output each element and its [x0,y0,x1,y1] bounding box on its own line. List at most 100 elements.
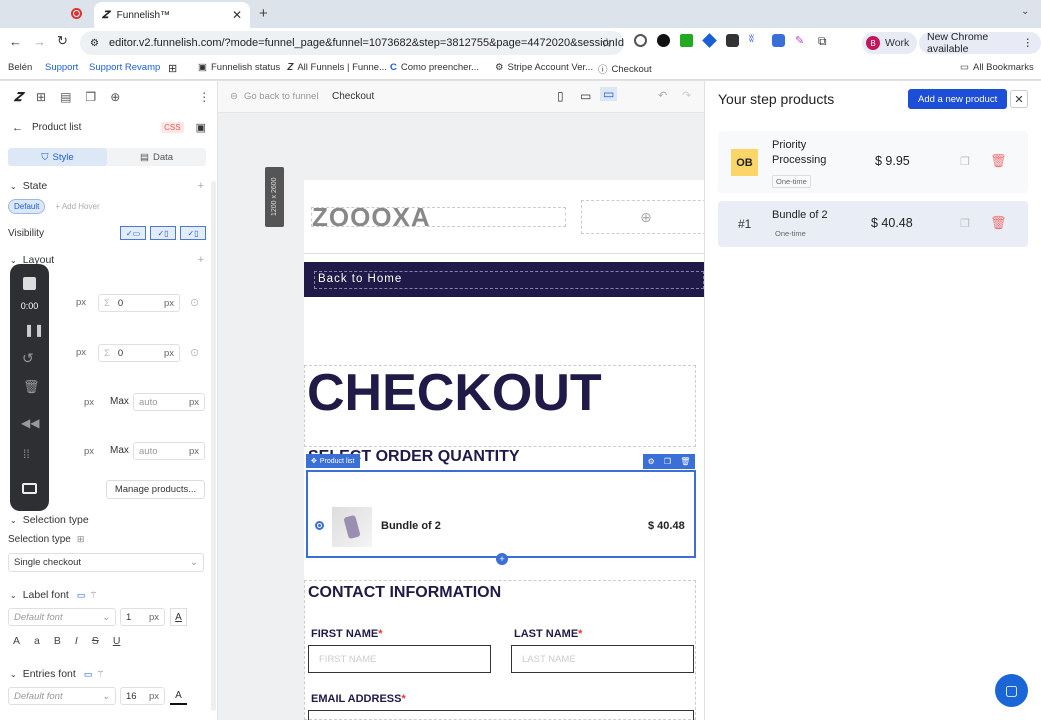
delete-icon[interactable]: 🗑 [990,153,1007,169]
bookmark-item[interactable]: C Como preencher... [390,62,479,73]
funnelish-logo-icon[interactable]: 𝒁 [14,90,22,105]
stop-recording-icon[interactable] [23,277,36,290]
label-font-size-input[interactable]: 1 px [120,608,165,626]
tab-search-icon[interactable]: ⌄ [1021,6,1029,17]
manage-products-button[interactable]: Manage products... [106,480,205,499]
state-section[interactable]: ⌄ State + [10,180,204,192]
forward-icon[interactable]: → [33,34,46,49]
settings-icon[interactable]: ⚙ [648,457,655,466]
last-name-field[interactable]: LAST NAME [511,645,694,673]
strikethrough-icon[interactable]: S [92,635,99,647]
back-home-link[interactable]: Back to Home [318,273,402,285]
chrome-update-button[interactable]: New Chrome available ⋮ [919,31,1041,55]
undo-icon[interactable]: ↶ [658,89,667,102]
delete-icon[interactable]: 🗑 [990,215,1007,231]
record-indicator-icon[interactable] [71,8,82,19]
bookmark-item[interactable]: 𝒁 All Funnels | Funne... [287,62,387,73]
back-icon[interactable]: ← [9,34,22,49]
tablet-visibility-toggle[interactable]: ✓▯ [150,226,176,240]
responsive-icon[interactable]: ▭ [77,590,86,601]
entries-font-select[interactable]: Default font ⌄ [8,687,116,705]
bookmark-item[interactable]: Support [39,60,85,75]
label-font-select[interactable]: Default font ⌄ [8,608,116,626]
label-font-section[interactable]: ⌄ Label font ▭ ⚚ [10,589,97,601]
extensions-puzzle-icon[interactable]: ⧉ [818,34,831,48]
step-product-item[interactable]: OB Priority Processing One-time $ 9.95 ❐… [718,131,1028,193]
redo-icon[interactable]: ↷ [682,89,691,102]
extension-icon[interactable] [634,34,647,47]
lowercase-icon[interactable]: a [34,635,40,647]
tab-style[interactable]: ⛉ Style [8,148,107,166]
add-state-icon[interactable]: + [198,180,204,192]
product-radio[interactable] [315,521,324,530]
save-icon[interactable]: ▣ [196,121,206,134]
apps-grid-icon[interactable]: ⊞ [168,62,177,75]
grid-icon[interactable]: ⁞⁞ [23,447,30,461]
camera-icon[interactable] [22,483,37,494]
back-arrow-icon[interactable]: ← [12,122,23,134]
link-icon[interactable]: ⊙ [190,296,199,309]
extension-icon[interactable] [657,34,670,47]
site-info-icon[interactable]: ⚙ [90,38,99,49]
chat-support-icon[interactable]: ▢ [995,674,1028,707]
label-font-color-icon[interactable]: A [170,608,187,626]
product-list-element[interactable]: Bundle of 2 $ 40.48 [306,470,696,558]
css-badge[interactable]: CSS [161,122,184,133]
browser-tab[interactable]: 𝒁 Funnelish™ ✕ [94,2,250,28]
close-icon[interactable]: ✕ [1010,90,1028,108]
email-field[interactable] [308,710,694,720]
extension-icon[interactable]: ✎ [795,34,808,47]
magic-wand-icon[interactable]: ⚚ [89,590,97,601]
selection-type-select[interactable]: Single checkout ⌄ [8,553,204,572]
extension-icon[interactable] [726,34,739,47]
delete-icon[interactable]: 🗑 [680,457,690,466]
add-below-icon[interactable]: + [496,553,508,565]
new-tab-icon[interactable]: + [259,5,268,22]
bookmark-star-icon[interactable]: ☆ [601,35,613,51]
pause-icon[interactable]: ❚❚ [24,323,44,337]
bold-icon[interactable]: B [54,635,61,647]
profile-button[interactable]: B Work [862,32,918,54]
extension-icon[interactable] [680,34,693,47]
entries-font-size-input[interactable]: 16 px [120,687,165,705]
underline-icon[interactable]: U [113,635,121,647]
bookmark-item[interactable]: Support Revamp [89,62,160,73]
elements-icon[interactable]: ⊞ [36,90,46,104]
max-height-input[interactable]: auto px [133,442,205,460]
italic-icon[interactable]: I [75,635,78,647]
add-layout-icon[interactable]: + [198,254,204,266]
desktop-view-icon[interactable]: ▭ [600,87,618,101]
close-tab-icon[interactable]: ✕ [232,8,242,22]
add-icon[interactable]: ⊕ [110,90,120,104]
add-product-button[interactable]: Add a new product [908,89,1008,109]
padding-input[interactable]: Σ 0 px [98,344,180,362]
magic-wand-icon[interactable]: ⚚ [96,669,104,680]
rewind-icon[interactable]: ◀◀ [21,416,39,430]
product-list-tag[interactable]: ✥ Product list [306,454,360,468]
bookmark-item[interactable]: ▣ Funnelish status [198,62,280,73]
responsive-icon[interactable]: ⊞ [77,534,85,545]
tab-data[interactable]: ▤ Data [107,148,206,166]
selection-type-section[interactable]: ⌄ Selection type [10,514,89,526]
margin-input[interactable]: Σ 0 px [98,294,180,312]
desktop-visibility-toggle[interactable]: ✓▭ [120,226,146,240]
pages-icon[interactable]: ❐ [85,90,96,104]
bookmark-item[interactable]: ⚙ Stripe Account Ver... [495,62,593,73]
entries-font-section[interactable]: ⌄ Entries font ▭ ⚚ [10,668,104,680]
sections-icon[interactable]: ▤ [60,90,71,104]
address-bar[interactable]: ⚙ editor.v2.funnelish.com/?mode=funnel_p… [80,31,624,55]
reload-icon[interactable]: ↻ [57,33,68,49]
extension-icon[interactable]: ʬ [749,34,762,47]
more-icon[interactable]: ⋮ [198,90,210,104]
bookmark-item[interactable]: Belén [8,62,32,73]
duplicate-icon[interactable]: ❐ [960,155,970,168]
back-to-funnel-link[interactable]: ⊖ Go back to funnel [230,91,318,102]
page-header-section[interactable]: ZOOOXA ⊕ [304,180,704,254]
add-element-placeholder[interactable]: ⊕ [581,200,704,234]
state-default-chip[interactable]: Default [8,199,46,214]
add-hover-link[interactable]: + Add Hover [55,202,99,211]
duplicate-icon[interactable]: ❐ [960,217,970,230]
mobile-visibility-toggle[interactable]: ✓▯ [180,226,206,240]
max-width-input[interactable]: auto px [133,393,205,411]
first-name-field[interactable]: FIRST NAME [308,645,491,673]
